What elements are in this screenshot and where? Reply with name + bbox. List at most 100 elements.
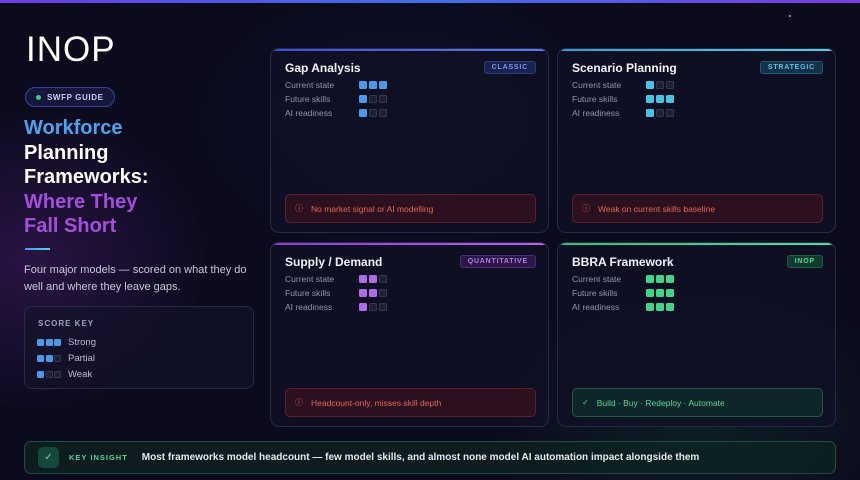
warning-icon: ⓘ bbox=[295, 204, 303, 213]
score-square-empty bbox=[666, 109, 674, 117]
score-key-label: Partial bbox=[68, 353, 95, 364]
brand-logo: INOP bbox=[26, 30, 116, 69]
score-indicator bbox=[646, 81, 674, 89]
score-square-filled bbox=[656, 303, 664, 311]
score-square-filled bbox=[646, 95, 654, 103]
metric-label: Future skills bbox=[285, 288, 331, 298]
score-indicator bbox=[646, 303, 674, 311]
score-square-empty bbox=[666, 81, 674, 89]
card-note: ⓘ No market signal or AI modelling bbox=[285, 194, 536, 223]
score-square-filled bbox=[656, 289, 664, 297]
score-square-empty bbox=[45, 371, 53, 378]
score-square-filled bbox=[54, 339, 61, 346]
score-square-filled bbox=[379, 81, 387, 89]
card-note-text: Weak on current skills baseline bbox=[598, 203, 716, 214]
score-square-empty bbox=[369, 95, 377, 103]
score-indicator bbox=[646, 95, 674, 103]
score-key-item: Partial bbox=[37, 353, 95, 364]
page-title: Workforce Planning Frameworks: Where The… bbox=[24, 116, 149, 239]
metric-label: AI readiness bbox=[285, 302, 333, 312]
score-key-item: Strong bbox=[37, 337, 96, 348]
metric-row: AI readiness bbox=[572, 302, 674, 312]
card-scenario-planning[interactable]: Scenario Planning STRATEGIC Current stat… bbox=[557, 48, 836, 233]
score-square-filled bbox=[656, 275, 664, 283]
score-square-empty bbox=[379, 303, 387, 311]
metric-row: Future skills bbox=[572, 288, 674, 298]
warning-icon: ⓘ bbox=[295, 398, 303, 407]
title-line-3: Frameworks: bbox=[24, 166, 149, 188]
card-note: ⓘ Weak on current skills baseline bbox=[572, 194, 823, 223]
title-line-4: Where They bbox=[24, 190, 138, 213]
title-line-5: Fall Short bbox=[24, 215, 117, 237]
card-title: BBRA Framework bbox=[572, 255, 674, 269]
score-square-empty bbox=[379, 95, 387, 103]
score-square-filled bbox=[666, 95, 674, 103]
score-key-label: Strong bbox=[68, 337, 96, 348]
score-square-filled bbox=[369, 275, 377, 283]
card-tag: QUANTITATIVE bbox=[459, 255, 536, 268]
card-bbra-framework[interactable]: BBRA Framework INOP Current state Future … bbox=[557, 242, 836, 427]
score-square-empty bbox=[379, 109, 387, 117]
metric-row: Current state bbox=[285, 80, 387, 90]
score-square-empty bbox=[54, 371, 61, 378]
status-dot-icon bbox=[36, 94, 41, 100]
title-line-1: Workforce bbox=[24, 117, 123, 139]
score-indicator bbox=[359, 95, 387, 103]
score-key-title: SCORE KEY bbox=[38, 319, 95, 328]
score-square-filled bbox=[666, 275, 674, 283]
score-square-filled bbox=[45, 355, 53, 362]
metric-row: Future skills bbox=[285, 288, 387, 298]
score-square-filled bbox=[45, 339, 53, 346]
metric-label: AI readiness bbox=[572, 108, 620, 118]
score-indicator bbox=[359, 275, 387, 283]
metric-label: Current state bbox=[285, 274, 335, 284]
guide-badge-label: SWFP GUIDE bbox=[47, 92, 104, 102]
score-key-item: Weak bbox=[37, 369, 92, 380]
score-square-empty bbox=[656, 81, 664, 89]
score-indicator bbox=[359, 109, 387, 117]
score-square-filled bbox=[369, 81, 377, 89]
guide-badge: SWFP GUIDE bbox=[25, 87, 115, 107]
score-square-filled bbox=[359, 275, 367, 283]
metric-row: Future skills bbox=[572, 94, 674, 104]
card-gap-analysis[interactable]: Gap Analysis CLASSIC Current state Future… bbox=[270, 48, 549, 233]
key-insight-bar: ✓ KEY INSIGHT Most frameworks model head… bbox=[24, 441, 836, 474]
card-tag: STRATEGIC bbox=[759, 61, 823, 74]
card-title: Gap Analysis bbox=[285, 61, 361, 75]
metric-label: Future skills bbox=[572, 94, 618, 104]
score-indicator bbox=[646, 275, 674, 283]
score-square-filled bbox=[656, 95, 664, 103]
score-indicator bbox=[37, 371, 61, 378]
metric-row: Current state bbox=[572, 274, 674, 284]
title-divider bbox=[25, 248, 50, 250]
score-square-filled bbox=[646, 289, 654, 297]
card-note-text: No market signal or AI modelling bbox=[311, 203, 434, 214]
card-tag: INOP bbox=[786, 255, 823, 268]
card-tag: CLASSIC bbox=[483, 61, 536, 74]
card-note-text: Headcount-only, misses skill depth bbox=[311, 397, 442, 408]
card-title: Supply / Demand bbox=[285, 255, 383, 269]
score-indicator bbox=[359, 81, 387, 89]
card-supply-demand[interactable]: Supply / Demand QUANTITATIVE Current sta… bbox=[270, 242, 549, 427]
score-indicator bbox=[37, 339, 61, 346]
metric-row: AI readiness bbox=[572, 108, 674, 118]
score-square-empty bbox=[369, 109, 377, 117]
score-square-filled bbox=[666, 289, 674, 297]
metric-row: AI readiness bbox=[285, 108, 387, 118]
score-square-filled bbox=[37, 339, 44, 346]
metric-label: AI readiness bbox=[285, 108, 333, 118]
score-square-filled bbox=[359, 95, 367, 103]
score-square-filled bbox=[646, 109, 654, 117]
score-indicator bbox=[359, 303, 387, 311]
card-title: Scenario Planning bbox=[572, 61, 677, 75]
score-square-filled bbox=[646, 275, 654, 283]
score-square-filled bbox=[359, 303, 367, 311]
metric-label: Current state bbox=[285, 80, 335, 90]
check-icon: ✓ bbox=[38, 447, 59, 468]
score-indicator bbox=[646, 109, 674, 117]
insight-text: Most frameworks model headcount — few mo… bbox=[141, 452, 700, 463]
score-square-filled bbox=[37, 371, 44, 378]
page-description: Four major models — scored on what they … bbox=[24, 264, 247, 293]
score-square-empty bbox=[379, 289, 387, 297]
warning-icon: ⓘ bbox=[582, 204, 590, 213]
